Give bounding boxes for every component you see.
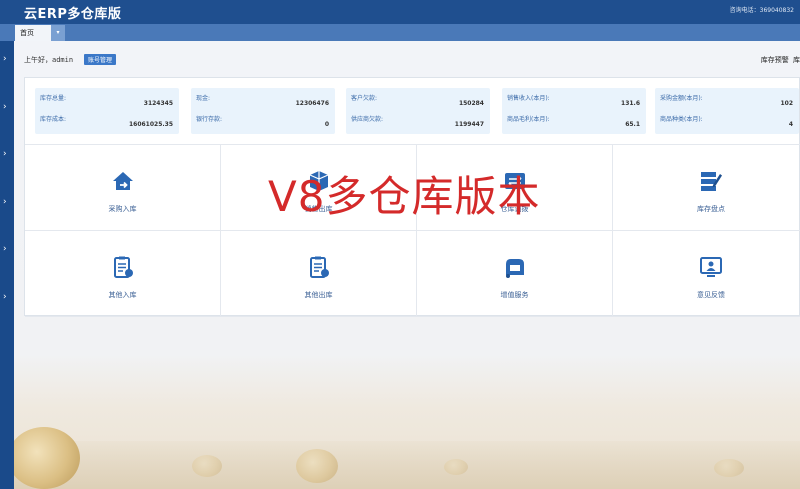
hay-bale-image xyxy=(296,449,338,483)
tile-other-in[interactable]: 其他入库 xyxy=(25,231,221,317)
top-header: 云ERP多仓库版 咨询电话：369040832 xyxy=(0,0,800,24)
house-in-icon xyxy=(113,172,133,190)
stat-value: 1199447 xyxy=(454,121,484,128)
stat-value: 12306476 xyxy=(295,100,329,107)
account-manage-button[interactable]: 账号管理 xyxy=(84,54,117,65)
stat-value: 4 xyxy=(788,121,793,128)
stat-value: 16061025.35 xyxy=(128,121,173,128)
stat-value: 102 xyxy=(780,100,793,107)
tab-bar: 首页 ▾ xyxy=(0,24,800,41)
stock-alert-link[interactable]: 库存预警 库 xyxy=(761,55,800,65)
sidebar-expand-icon[interactable]: › xyxy=(3,198,7,207)
tab-dropdown-icon[interactable]: ▾ xyxy=(51,25,65,41)
inventory-check-icon xyxy=(701,172,722,191)
tile-label: 采购入库 xyxy=(108,205,137,213)
tile-value-added-service[interactable]: 增值服务 xyxy=(417,231,613,317)
hay-bale-image xyxy=(714,459,744,477)
tile-feedback[interactable]: 意见反馈 xyxy=(613,231,800,317)
tab-home[interactable]: 首页 xyxy=(15,25,51,41)
stat-label: 采购金额(本月): xyxy=(660,95,703,102)
tile-label: 其他入库 xyxy=(108,291,137,299)
stat-label: 库存总量: xyxy=(40,95,67,102)
app-title: 云ERP多仓库版 xyxy=(24,7,122,22)
tile-other-out[interactable]: 其他出库 xyxy=(221,231,417,317)
sidebar-expand-icon[interactable]: › xyxy=(3,293,7,302)
stat-value: 0 xyxy=(324,121,329,128)
feedback-icon xyxy=(700,257,722,277)
tile-stock-count[interactable]: 库存盘点 xyxy=(613,145,800,231)
tile-purchase-in[interactable]: 采购入库 xyxy=(25,145,221,231)
stat-label: 商品毛利(本月): xyxy=(507,116,550,123)
stat-card-purchase: 采购金额(本月): 102 商品种类(本月): 4 xyxy=(655,88,799,134)
stat-card-inventory: 库存总量: 3124345 库存成本: 16061025.35 xyxy=(35,88,179,134)
stat-value: 3124345 xyxy=(143,100,173,107)
sidebar-expand-icon[interactable]: › xyxy=(3,150,7,159)
stat-value: 150284 xyxy=(458,100,484,107)
stat-label: 客户欠款: xyxy=(351,95,378,102)
stat-card-debts: 客户欠款: 150284 供应商欠款: 1199447 xyxy=(346,88,490,134)
stat-value: 131.6 xyxy=(621,100,640,107)
hay-bale-image xyxy=(444,459,468,475)
stat-value: 65.1 xyxy=(625,121,640,128)
sidebar-expand-icon[interactable]: › xyxy=(3,103,7,112)
main-content: 上午好，admin 账号管理 库存预警 库 库存总量: 3124345 库存成本:… xyxy=(14,41,800,489)
stat-card-cash: 现金: 12306476 银行存款: 0 xyxy=(191,88,335,134)
tile-label: 增值服务 xyxy=(500,291,529,299)
sidebar-expand-icon[interactable]: › xyxy=(3,245,7,254)
stat-label: 库存成本: xyxy=(40,116,67,123)
hotline-text: 咨询电话：369040832 xyxy=(729,7,794,14)
watermark-text: V8多仓库版本 xyxy=(268,172,541,221)
background-field xyxy=(14,441,800,489)
clipboard-in-icon xyxy=(114,256,133,278)
hay-bale-image xyxy=(192,455,222,477)
tile-label: 其他出库 xyxy=(304,291,333,299)
tile-label: 意见反馈 xyxy=(697,291,725,299)
stat-label: 供应商欠款: xyxy=(351,116,384,123)
sidebar-expand-icon[interactable]: › xyxy=(3,55,7,64)
stat-label: 商品种类(本月): xyxy=(660,116,703,123)
stat-label: 销售收入(本月): xyxy=(507,95,550,102)
greeting-text: 上午好，admin xyxy=(24,56,74,64)
stat-label: 银行存款: xyxy=(196,116,223,123)
clipboard-out-icon xyxy=(310,256,329,278)
tile-label: 库存盘点 xyxy=(697,205,725,213)
sidebar: › › › › › › xyxy=(0,41,14,489)
stat-card-sales: 销售收入(本月): 131.6 商品毛利(本月): 65.1 xyxy=(502,88,646,134)
stat-label: 现金: xyxy=(196,95,211,102)
service-icon xyxy=(506,259,524,278)
